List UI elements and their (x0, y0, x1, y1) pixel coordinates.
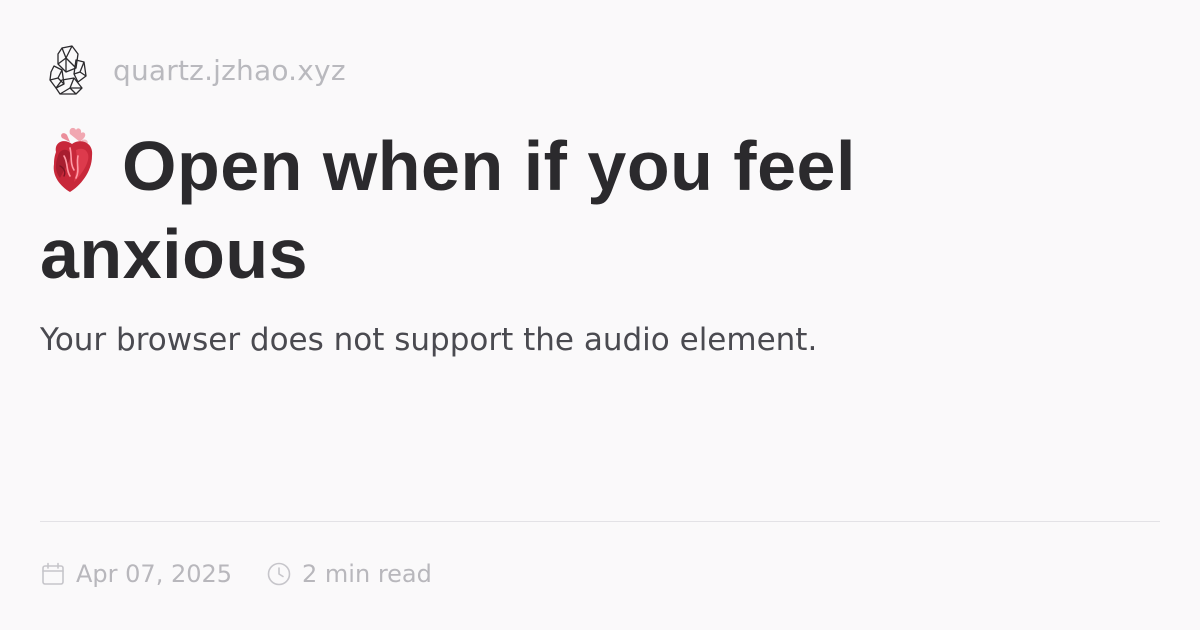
og-card: quartz.jzhao.xyz Open when if you feel a… (0, 0, 1200, 630)
reading-time: 2 min read (302, 560, 432, 588)
anatomical-heart-icon (40, 126, 104, 196)
divider (40, 521, 1160, 522)
site-header: quartz.jzhao.xyz (45, 40, 346, 100)
page-title: Open when if you feel anxious (40, 122, 1040, 298)
clock-icon (266, 561, 292, 587)
page-title-text: Open when if you feel anxious (40, 127, 856, 293)
description-text: Your browser does not support the audio … (40, 322, 818, 358)
crystal-logo-icon (45, 42, 91, 98)
meta-row: Apr 07, 2025 2 min read (40, 556, 432, 592)
reading-time-item: 2 min read (266, 560, 432, 588)
publish-date: Apr 07, 2025 (76, 560, 233, 588)
title-block: Open when if you feel anxious (40, 122, 1040, 298)
date-item: Apr 07, 2025 (40, 560, 232, 588)
site-url[interactable]: quartz.jzhao.xyz (113, 54, 346, 87)
calendar-icon (40, 561, 66, 587)
